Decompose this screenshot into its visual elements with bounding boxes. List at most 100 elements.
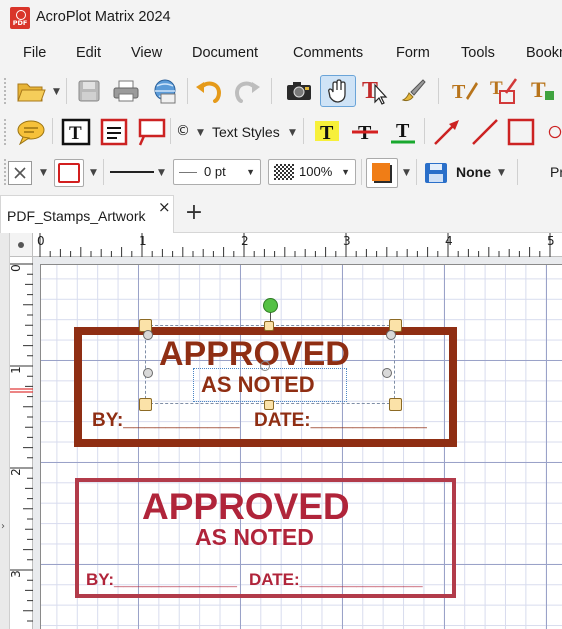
rectangle-tool-button[interactable]: [505, 117, 537, 147]
stamp-approved-as-noted[interactable]: APPROVED AS NOTED BY:_____________ DATE:…: [75, 478, 456, 598]
selected-text-region: [193, 368, 347, 402]
undo-arrow-icon: [196, 81, 222, 103]
no-fill-x-icon: [14, 167, 26, 179]
printer-icon: [113, 80, 139, 102]
arrow-tool-button[interactable]: [430, 117, 464, 147]
style-preset-combo[interactable]: None ▼: [420, 158, 512, 188]
typewriter-text-icon: T: [452, 81, 478, 103]
ruler-label: 0: [37, 234, 45, 248]
new-tab-button[interactable]: +: [180, 201, 208, 227]
line-width-combo[interactable]: 0 pt ▼: [173, 159, 261, 185]
toolbar-separator: [187, 78, 188, 104]
resize-handle-bottom-left[interactable]: [139, 398, 152, 411]
line-width-preview: [179, 172, 197, 173]
expand-panel-chevron-icon[interactable]: ›: [1, 521, 5, 532]
menu-form[interactable]: Form: [396, 45, 430, 61]
menu-tools[interactable]: Tools: [461, 45, 495, 61]
snapshot-button[interactable]: [283, 76, 315, 106]
menu-edit[interactable]: Edit: [76, 45, 101, 61]
format-painter-button[interactable]: [396, 76, 430, 106]
document-canvas[interactable]: APPROVED AS NOTED BY:___________ DATE:__…: [33, 257, 562, 629]
control-point[interactable]: [386, 330, 396, 340]
control-point[interactable]: [382, 368, 392, 378]
line-style-dropdown-arrow[interactable]: ▼: [158, 168, 165, 178]
save-style-icon: [425, 163, 447, 183]
document-tab-strip: PDF_Stamps_Artwork × +: [0, 193, 562, 233]
control-point[interactable]: [143, 330, 153, 340]
highlight-text-button[interactable]: T: [310, 117, 344, 147]
center-point[interactable]: [260, 361, 270, 371]
sticky-note-button[interactable]: [14, 117, 48, 147]
vertical-ruler: 0 1 2 3: [8, 257, 33, 629]
stroke-color-swatch: [58, 163, 80, 183]
svg-text:T: T: [531, 77, 546, 102]
strikeout-icon: T: [352, 122, 378, 144]
text-box-button[interactable]: T: [59, 117, 93, 147]
save-button[interactable]: [74, 76, 104, 106]
strikeout-button[interactable]: T: [348, 117, 382, 147]
print-button[interactable]: [109, 76, 143, 106]
underline-button[interactable]: T: [386, 117, 420, 147]
style-preset-dropdown-arrow[interactable]: ▼: [498, 168, 505, 178]
resize-handle-bottom-right[interactable]: [389, 398, 402, 411]
fill-dropdown-arrow[interactable]: ▼: [40, 168, 47, 178]
text-lines-box-button[interactable]: [98, 117, 130, 147]
ruler-origin[interactable]: [10, 233, 33, 257]
control-point[interactable]: [143, 368, 153, 378]
toolbar-grip[interactable]: [4, 78, 10, 104]
ruler-label: 0: [8, 264, 23, 272]
ruler-label: 2: [8, 468, 23, 476]
properties-toolbar: ▼ ▼ ▼ 0 pt ▼ 100% ▼ ▼ None ▼ Pr: [0, 153, 562, 191]
callout-text-button[interactable]: T: [487, 76, 521, 106]
text-styles-button[interactable]: Text Styles: [212, 124, 280, 140]
textbox-add-button[interactable]: T: [528, 76, 562, 106]
text-select-cursor-icon: T: [362, 78, 388, 105]
copyright-symbol-icon[interactable]: ©: [176, 123, 190, 139]
open-dropdown-arrow[interactable]: ▼: [53, 87, 60, 97]
typewriter-button[interactable]: T: [448, 76, 482, 106]
redo-button[interactable]: [231, 76, 263, 106]
opacity-combo[interactable]: 100% ▼: [268, 159, 356, 185]
toolbar-grip[interactable]: [4, 119, 10, 145]
toolbar-separator: [517, 159, 518, 185]
menu-file[interactable]: File: [23, 45, 46, 61]
toolbar-separator: [170, 118, 171, 144]
resize-handle-bottom[interactable]: [264, 400, 274, 410]
close-tab-icon[interactable]: ×: [158, 198, 171, 216]
comment-bubble-icon: [17, 120, 45, 145]
stroke-color-dropdown-arrow[interactable]: ▼: [90, 168, 97, 178]
hand-tool-button[interactable]: [320, 75, 356, 107]
fill-none-swatch[interactable]: [8, 161, 32, 185]
ellipse-tool-button[interactable]: [540, 117, 562, 147]
select-text-button[interactable]: T: [360, 76, 392, 106]
pdf-page-grid[interactable]: APPROVED AS NOTED BY:___________ DATE:__…: [40, 264, 562, 629]
horizontal-ruler: 0 1 2 3 4 5: [33, 233, 562, 257]
color-dropdown-arrow[interactable]: ▼: [403, 168, 410, 178]
line-style-preview[interactable]: [110, 171, 154, 173]
menu-document[interactable]: Document: [192, 45, 258, 61]
stamp-date-field: DATE:___________: [254, 410, 427, 431]
undo-button[interactable]: [193, 76, 225, 106]
open-folder-button[interactable]: [14, 76, 48, 106]
menu-view[interactable]: View: [131, 45, 162, 61]
menu-bookmarks[interactable]: Bookm: [526, 45, 562, 61]
menu-comments[interactable]: Comments: [293, 45, 363, 61]
text-callout-icon: T: [490, 78, 518, 104]
callout-button[interactable]: [134, 117, 168, 147]
opacity-dropdown-arrow[interactable]: ▼: [341, 167, 350, 177]
rotation-handle[interactable]: [263, 298, 278, 313]
ruler-label: 1: [139, 234, 147, 248]
email-globe-button[interactable]: [148, 76, 182, 106]
properties-label[interactable]: Pr: [550, 164, 562, 180]
symbol-dropdown-arrow[interactable]: ▼: [197, 128, 204, 138]
line-tool-button[interactable]: [468, 117, 502, 147]
ruler-label: 1: [8, 366, 23, 374]
toolbar-separator: [438, 78, 439, 104]
line-width-dropdown-arrow[interactable]: ▼: [246, 167, 255, 177]
text-styles-dropdown-arrow[interactable]: ▼: [289, 128, 296, 138]
main-toolbar: ▼ T T T T: [0, 70, 562, 112]
resize-handle-top[interactable]: [264, 321, 274, 331]
stroke-color-button[interactable]: [54, 159, 84, 187]
document-tab[interactable]: PDF_Stamps_Artwork ×: [0, 195, 174, 233]
color-picker-button[interactable]: [366, 158, 398, 188]
